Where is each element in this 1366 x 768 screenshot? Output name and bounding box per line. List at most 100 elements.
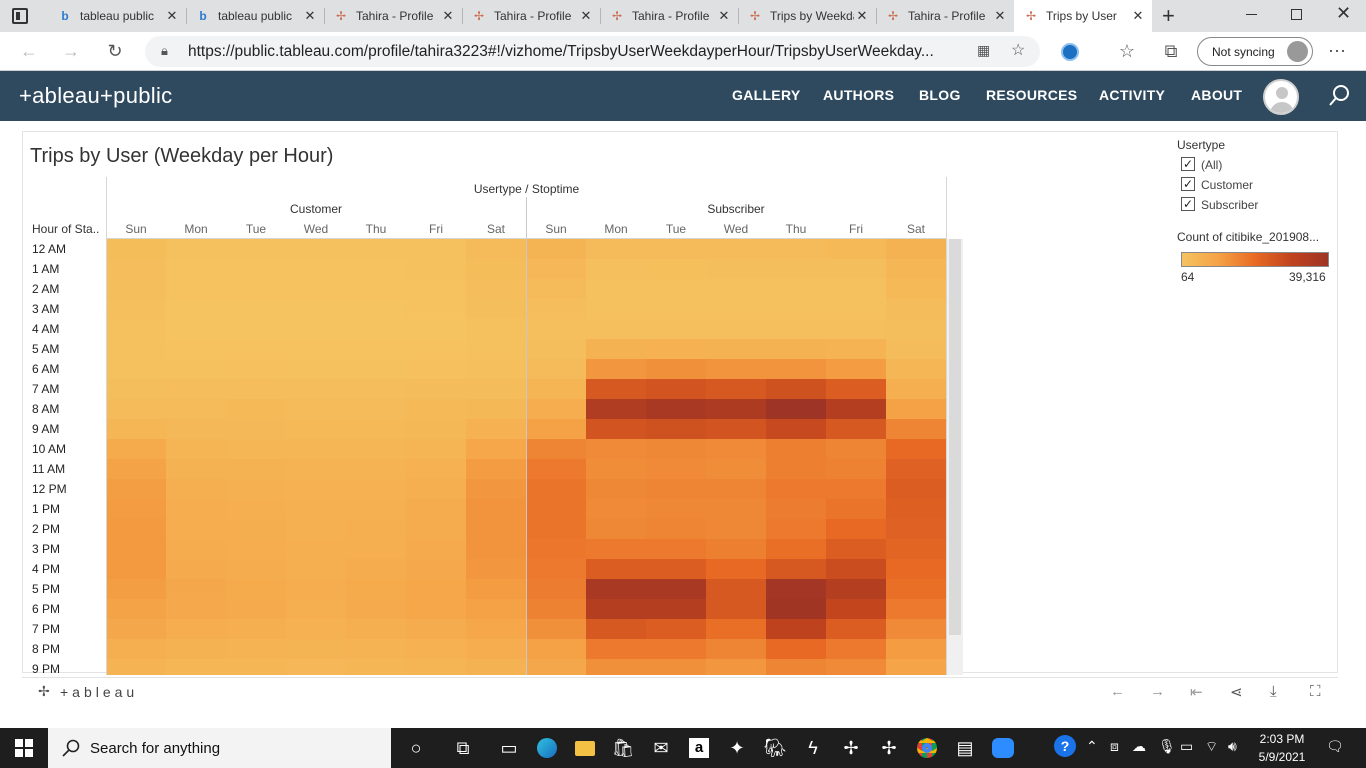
heatmap-cell[interactable] — [526, 279, 586, 299]
heatmap-cell[interactable] — [286, 399, 346, 419]
heatmap-cell[interactable] — [106, 439, 166, 459]
file-explorer-icon[interactable] — [566, 728, 604, 768]
heatmap-cell[interactable] — [106, 279, 166, 299]
heatmap-cell[interactable] — [646, 419, 706, 439]
heatmap-cell[interactable] — [526, 539, 586, 559]
tableau-toolbar-logo[interactable]: +ableau — [60, 684, 138, 700]
heatmap-cell[interactable] — [346, 439, 406, 459]
heatmap-cell[interactable] — [346, 639, 406, 659]
heatmap-cell[interactable] — [646, 299, 706, 319]
heatmap-cell[interactable] — [106, 579, 166, 599]
heatmap-cell[interactable] — [586, 479, 646, 499]
heatmap-cell[interactable] — [766, 299, 826, 319]
heatmap-cell[interactable] — [526, 639, 586, 659]
start-button[interactable] — [0, 728, 48, 768]
browser-tab[interactable]: ✢ Tahira - Profile ✕ — [324, 0, 462, 32]
heatmap-cell[interactable] — [646, 239, 706, 259]
new-tab-button[interactable]: + — [1162, 3, 1175, 29]
tray-wifi-icon[interactable]: ⌔ — [1205, 738, 1218, 756]
heatmap-cell[interactable] — [466, 439, 526, 459]
heatmap-cell[interactable] — [886, 619, 946, 639]
download-icon[interactable]: ⤓ — [1270, 683, 1277, 700]
heatmap-cell[interactable] — [526, 359, 586, 379]
heatmap-cell[interactable] — [346, 239, 406, 259]
heatmap-cell[interactable] — [166, 499, 226, 519]
heatmap-cell[interactable] — [466, 499, 526, 519]
heatmap-cell[interactable] — [826, 539, 886, 559]
tray-battery-icon[interactable]: ▭ — [1180, 738, 1193, 755]
heatmap-cell[interactable] — [826, 359, 886, 379]
heatmap-cell[interactable] — [406, 439, 466, 459]
heatmap-cell[interactable] — [406, 279, 466, 299]
heatmap-cell[interactable] — [166, 639, 226, 659]
heatmap-cell[interactable] — [346, 619, 406, 639]
tray-volume-icon[interactable]: 🔊︎ — [1228, 738, 1237, 755]
heatmap-cell[interactable] — [346, 599, 406, 619]
undo-icon[interactable]: ← — [1110, 683, 1125, 700]
heatmap-cell[interactable] — [286, 439, 346, 459]
terminal-icon[interactable]: ▭ — [490, 728, 528, 768]
heatmap-cell[interactable] — [286, 639, 346, 659]
restore-button[interactable] — [1291, 9, 1302, 20]
heatmap-cell[interactable] — [586, 399, 646, 419]
heatmap-cell[interactable] — [706, 659, 766, 675]
heatmap-cell[interactable] — [286, 579, 346, 599]
heatmap-cell[interactable] — [886, 319, 946, 339]
heatmap-cell[interactable] — [406, 639, 466, 659]
browser-tab[interactable]: b tableau public ✕ — [48, 0, 186, 32]
chrome-icon[interactable] — [908, 728, 946, 768]
tableau-public-app-icon[interactable]: ✢ — [870, 728, 908, 768]
sync-button[interactable]: Not syncing — [1197, 37, 1313, 66]
heatmap-cell[interactable] — [466, 459, 526, 479]
heatmap-cell[interactable] — [286, 599, 346, 619]
heatmap-cell[interactable] — [466, 599, 526, 619]
heatmap-cell[interactable] — [286, 299, 346, 319]
heatmap-cell[interactable] — [766, 399, 826, 419]
heatmap-cell[interactable] — [706, 499, 766, 519]
help-icon[interactable]: ? — [1054, 735, 1076, 757]
heatmap-cell[interactable] — [526, 319, 586, 339]
heatmap-cell[interactable] — [706, 379, 766, 399]
heatmap-cell[interactable] — [646, 619, 706, 639]
heatmap-cell[interactable] — [466, 559, 526, 579]
heatmap-cell[interactable] — [466, 539, 526, 559]
heatmap-cell[interactable] — [226, 519, 286, 539]
close-window-button[interactable]: ✕ — [1336, 3, 1351, 24]
heatmap-cell[interactable] — [226, 259, 286, 279]
heatmap-cell[interactable] — [706, 559, 766, 579]
heatmap-cell[interactable] — [646, 579, 706, 599]
heatmap-cell[interactable] — [526, 559, 586, 579]
browser-tab[interactable]: ✢ Trips by Weekday✕ — [738, 0, 876, 32]
close-tab-icon[interactable]: ✕ — [302, 8, 318, 24]
heatmap-cell[interactable] — [286, 379, 346, 399]
nav-resources[interactable]: RESOURCES — [986, 87, 1077, 103]
heatmap-cell[interactable] — [226, 279, 286, 299]
heatmap-cell[interactable] — [346, 259, 406, 279]
heatmap-cell[interactable] — [166, 479, 226, 499]
heatmap-cell[interactable] — [346, 659, 406, 675]
browser-tab[interactable]: b tableau public ✕ — [186, 0, 324, 32]
heatmap-cell[interactable] — [466, 659, 526, 675]
heatmap-cell[interactable] — [526, 439, 586, 459]
heatmap-cell[interactable] — [346, 399, 406, 419]
heatmap-cell[interactable] — [106, 619, 166, 639]
heatmap-cell[interactable] — [226, 599, 286, 619]
heatmap-cell[interactable] — [526, 419, 586, 439]
tray-cloud-icon[interactable]: ☁ — [1132, 738, 1146, 755]
heatmap-cell[interactable] — [226, 479, 286, 499]
heatmap-cell[interactable] — [226, 399, 286, 419]
heatmap-cell[interactable] — [466, 259, 526, 279]
heatmap-cell[interactable] — [406, 499, 466, 519]
heatmap-cell[interactable] — [886, 519, 946, 539]
heatmap-cell[interactable] — [226, 559, 286, 579]
heatmap-cell[interactable] — [346, 419, 406, 439]
heatmap-cell[interactable] — [286, 539, 346, 559]
heatmap-cell[interactable] — [586, 559, 646, 579]
heatmap-cell[interactable] — [406, 379, 466, 399]
heatmap-cell[interactable] — [886, 259, 946, 279]
heatmap-cell[interactable] — [286, 519, 346, 539]
heatmap-cell[interactable] — [286, 319, 346, 339]
tray-microphone-icon[interactable]: 🎙︎ — [1158, 738, 1176, 755]
heatmap-cell[interactable] — [586, 579, 646, 599]
heatmap-cell[interactable] — [406, 399, 466, 419]
